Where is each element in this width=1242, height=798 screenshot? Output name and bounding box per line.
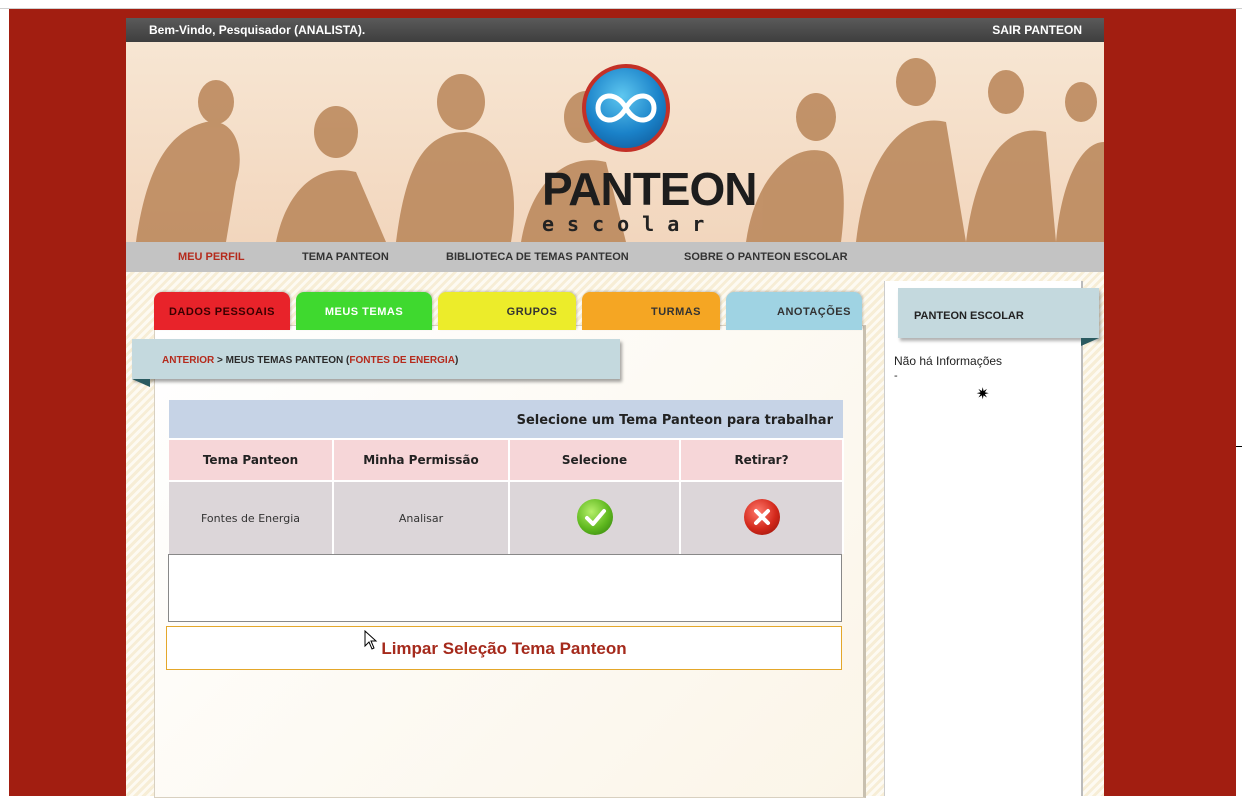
side-panel-title: PANTEON ESCOLAR [914, 310, 1024, 322]
nav-meu-perfil[interactable]: MEU PERFIL [178, 251, 245, 263]
breadcrumb: ANTERIOR > MEUS TEMAS PANTEON (FONTES DE… [132, 339, 620, 379]
main-nav: MEU PERFIL TEMA PANTEON BIBLIOTECA DE TE… [126, 242, 1104, 272]
breadcrumb-separator: > [214, 355, 226, 366]
window-top-edge [0, 0, 1242, 9]
loading-star-icon: ✷ [976, 386, 990, 403]
cell-retirar [680, 480, 844, 554]
cell-selecione [509, 480, 681, 554]
top-bar: Bem-Vindo, Pesquisador (ANALISTA). SAIR … [126, 18, 1104, 42]
check-icon[interactable] [576, 498, 613, 535]
table-caption: Selecione um Tema Panteon para trabalhar [169, 400, 843, 438]
empty-content-box [168, 554, 842, 622]
side-dash: - [894, 370, 898, 382]
x-icon[interactable] [743, 498, 780, 535]
table-header-row: Tema Panteon Minha Permissão Selecione R… [169, 438, 844, 481]
side-header-fold [1081, 338, 1099, 346]
col-header-tema: Tema Panteon [169, 438, 334, 481]
clear-selection-button[interactable]: Limpar Seleção Tema Panteon [166, 626, 842, 670]
side-info-text: Não há Informações [894, 354, 1003, 368]
table-row: Fontes de Energia Analisar [169, 480, 844, 554]
col-header-retirar: Retirar? [680, 438, 844, 481]
cell-tema: Fontes de Energia [169, 480, 334, 554]
tab-grupos[interactable]: GRUPOS [438, 292, 576, 330]
logo-subtitle: escolar [542, 212, 718, 236]
tab-meus-temas[interactable]: MEUS TEMAS [296, 292, 432, 330]
breadcrumb-back-link[interactable]: ANTERIOR [162, 355, 214, 366]
panteon-logo[interactable]: PANTEON escolar [542, 62, 757, 236]
breadcrumb-current[interactable]: FONTES DE ENERGIA [349, 355, 455, 366]
col-header-selecione: Selecione [509, 438, 681, 481]
tema-grid: Tema Panteon Minha Permissão Selecione R… [169, 438, 844, 554]
cell-permissao: Analisar [333, 480, 510, 554]
breadcrumb-section: MEUS TEMAS PANTEON ( [225, 355, 350, 366]
nav-sobre[interactable]: SOBRE O PANTEON ESCOLAR [684, 251, 848, 263]
tab-anotacoes[interactable]: ANOTAÇÕES [726, 292, 862, 330]
logo-title: PANTEON [542, 163, 757, 215]
infinity-logo-icon [582, 64, 670, 152]
welcome-text: Bem-Vindo, Pesquisador (ANALISTA). [149, 23, 366, 37]
scroll-mark [1236, 446, 1242, 447]
breadcrumb-close: ) [454, 355, 459, 366]
header-banner: PANTEON escolar [126, 42, 1104, 242]
breadcrumb-fold [132, 379, 150, 387]
side-panel-header: PANTEON ESCOLAR [898, 288, 1099, 338]
mouse-pointer-icon [364, 630, 378, 650]
tema-table: Selecione um Tema Panteon para trabalhar… [169, 400, 844, 554]
site-container: Bem-Vindo, Pesquisador (ANALISTA). SAIR … [126, 18, 1104, 798]
tab-turmas[interactable]: TURMAS [582, 292, 720, 330]
logout-link[interactable]: SAIR PANTEON [992, 23, 1082, 37]
tab-dados-pessoais[interactable]: DADOS PESSOAIS [154, 292, 290, 330]
nav-tema-panteon[interactable]: TEMA PANTEON [302, 251, 389, 263]
col-header-permissao: Minha Permissão [333, 438, 510, 481]
nav-biblioteca[interactable]: BIBLIOTECA DE TEMAS PANTEON [446, 251, 629, 263]
